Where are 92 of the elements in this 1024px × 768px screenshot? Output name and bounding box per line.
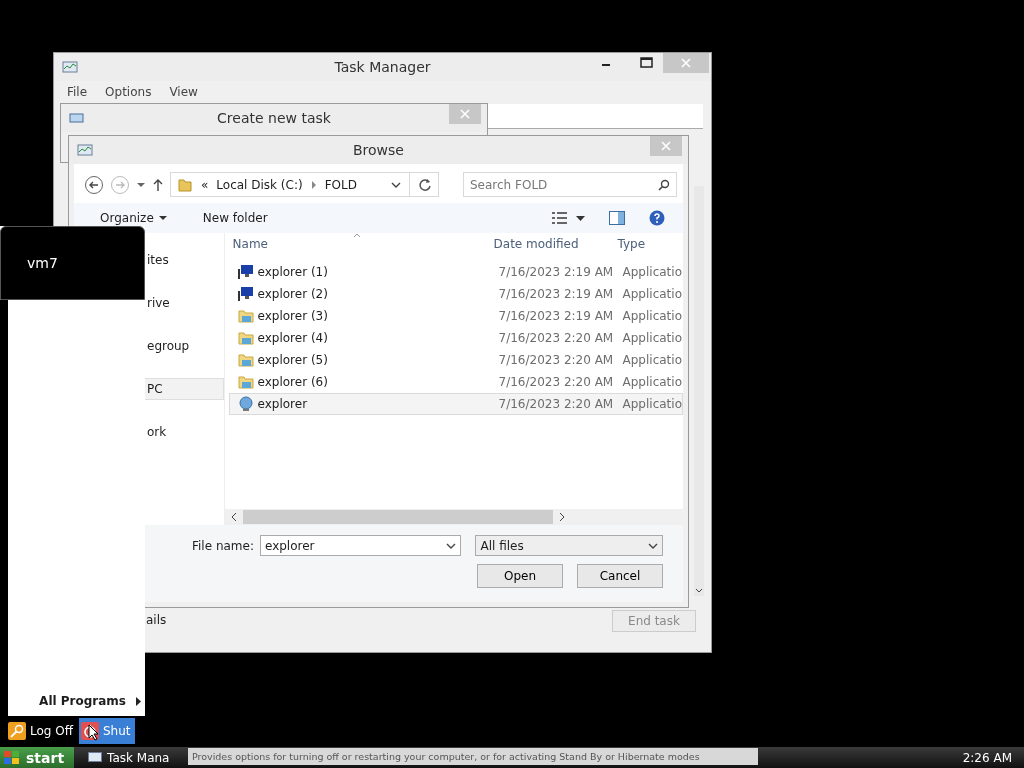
file-row[interactable]: explorer (2) 7/16/2023 2:19 AM Applicatio — [228, 283, 683, 305]
folder-icon — [237, 308, 254, 324]
input-field[interactable] — [487, 104, 703, 129]
dropdown-icon — [648, 542, 658, 549]
user-name: vm7 — [26, 254, 59, 271]
file-name: explorer (5) — [257, 353, 328, 367]
details-link[interactable]: ails — [146, 613, 167, 627]
chart-icon — [77, 144, 93, 158]
file-name: explorer (1) — [257, 265, 328, 279]
taskbar-item[interactable]: Task Mana — [88, 750, 170, 765]
file-name: explorer (3) — [257, 309, 328, 323]
caret-icon[interactable] — [136, 181, 146, 188]
table-cell-text: 7/16/2023 2:20 AM — [497, 397, 615, 411]
monitor-icon — [237, 286, 254, 302]
globe-icon — [237, 396, 254, 412]
new-folder-button[interactable]: New folder — [196, 209, 274, 227]
dialog-button[interactable]: Cancel — [577, 564, 663, 588]
table-cell-text: 7/16/2023 2:19 AM — [497, 265, 615, 279]
start-button[interactable]: start — [0, 747, 75, 768]
file-name-field[interactable]: explorer — [259, 535, 462, 556]
field-label: File name: — [192, 538, 254, 553]
search-icon — [658, 178, 670, 191]
close-icon — [681, 58, 691, 68]
windows-logo-icon — [4, 750, 20, 765]
window-icon — [88, 751, 103, 764]
menu-item[interactable]: View — [168, 85, 199, 99]
file-name: explorer — [257, 397, 308, 411]
arrow-icon — [136, 696, 141, 706]
preview-pane-icon[interactable] — [609, 211, 625, 225]
table-cell-text: Applicatio — [621, 309, 682, 323]
back-icon[interactable] — [84, 174, 104, 195]
horizontal-scrollbar[interactable] — [224, 509, 683, 525]
organize-button[interactable]: Organize — [94, 209, 173, 227]
menu-item[interactable]: File — [66, 85, 89, 99]
table-cell-text: Applicatio — [621, 375, 682, 389]
maximize-button[interactable] — [640, 57, 654, 69]
table-cell-text: 7/16/2023 2:20 AM — [497, 353, 615, 367]
window-title: Create new task — [217, 110, 331, 126]
file-name: explorer (2) — [257, 287, 328, 301]
file-name: explorer (4) — [257, 331, 328, 345]
table-cell-text: Applicatio — [621, 353, 682, 367]
table-cell-text: 7/16/2023 2:20 AM — [497, 331, 615, 345]
close-icon — [661, 141, 671, 151]
table-cell-text: 7/16/2023 2:19 AM — [497, 309, 615, 323]
table-cell-text: Applicatio — [621, 331, 682, 345]
address-bar[interactable]: « Local Disk (C:) FOLD — [170, 172, 439, 197]
folder-icon — [237, 352, 254, 368]
menu-item[interactable]: Options — [104, 85, 153, 99]
column-header[interactable]: Name — [232, 233, 486, 255]
folder-icon — [237, 374, 254, 390]
up-arrow-icon[interactable] — [152, 177, 164, 192]
table-cell-text: Applicatio — [621, 265, 682, 279]
table-cell-text: 7/16/2023 2:20 AM — [497, 375, 615, 389]
file-row[interactable]: explorer (6) 7/16/2023 2:20 AM Applicatio — [228, 371, 683, 393]
sort-caret-icon — [352, 233, 361, 238]
file-type-dropdown[interactable]: All files — [475, 535, 663, 556]
chart-icon — [62, 61, 78, 75]
clock: 2:26 AM — [962, 750, 1013, 765]
refresh-icon[interactable] — [418, 177, 432, 192]
table-cell-text: 7/16/2023 2:19 AM — [497, 287, 615, 301]
dialog-button[interactable]: Open — [477, 564, 563, 588]
column-header[interactable]: Type — [613, 233, 683, 255]
view-list-icon[interactable] — [552, 212, 568, 224]
folder-icon — [237, 330, 254, 346]
folder-icon — [177, 176, 193, 193]
close-icon — [460, 109, 470, 119]
file-row[interactable]: explorer (4) 7/16/2023 2:20 AM Applicatio — [228, 327, 683, 349]
scrollbar[interactable] — [694, 186, 704, 596]
table-cell-text: Applicatio — [621, 397, 682, 411]
all-programs-button[interactable]: All Programs — [39, 694, 143, 708]
file-row[interactable]: explorer (3) 7/16/2023 2:19 AM Applicatio — [228, 305, 683, 327]
file-row[interactable]: explorer 7/16/2023 2:20 AM Applicatio — [228, 393, 683, 415]
search-field[interactable]: Search FOLD — [463, 172, 677, 197]
window-title: Browse — [353, 142, 404, 158]
chevron-icon — [310, 180, 317, 189]
dropdown-icon[interactable] — [391, 181, 401, 188]
column-header[interactable]: Date modified — [485, 233, 614, 255]
cursor-icon — [88, 724, 99, 741]
table-cell-text: Applicatio — [621, 287, 682, 301]
file-name: explorer (6) — [257, 375, 328, 389]
file-row[interactable]: explorer (1) 7/16/2023 2:19 AM Applicatio — [228, 261, 683, 283]
window-title: Task Manager — [334, 59, 431, 75]
caret-icon — [158, 215, 167, 221]
monitor-icon — [237, 264, 254, 280]
dropdown-icon — [446, 542, 457, 549]
caret-icon[interactable] — [576, 215, 585, 221]
window-icon — [69, 112, 85, 124]
log-off-button[interactable]: Log Off — [6, 718, 75, 744]
shut-down-button[interactable]: Shut — [78, 718, 135, 744]
tooltip: Provides options for turning off or restarting your computer, or for activating Stand By or Hibernate modes — [188, 748, 758, 765]
file-row[interactable]: explorer (5) 7/16/2023 2:20 AM Applicatio — [228, 349, 683, 371]
help-icon[interactable] — [649, 210, 665, 226]
